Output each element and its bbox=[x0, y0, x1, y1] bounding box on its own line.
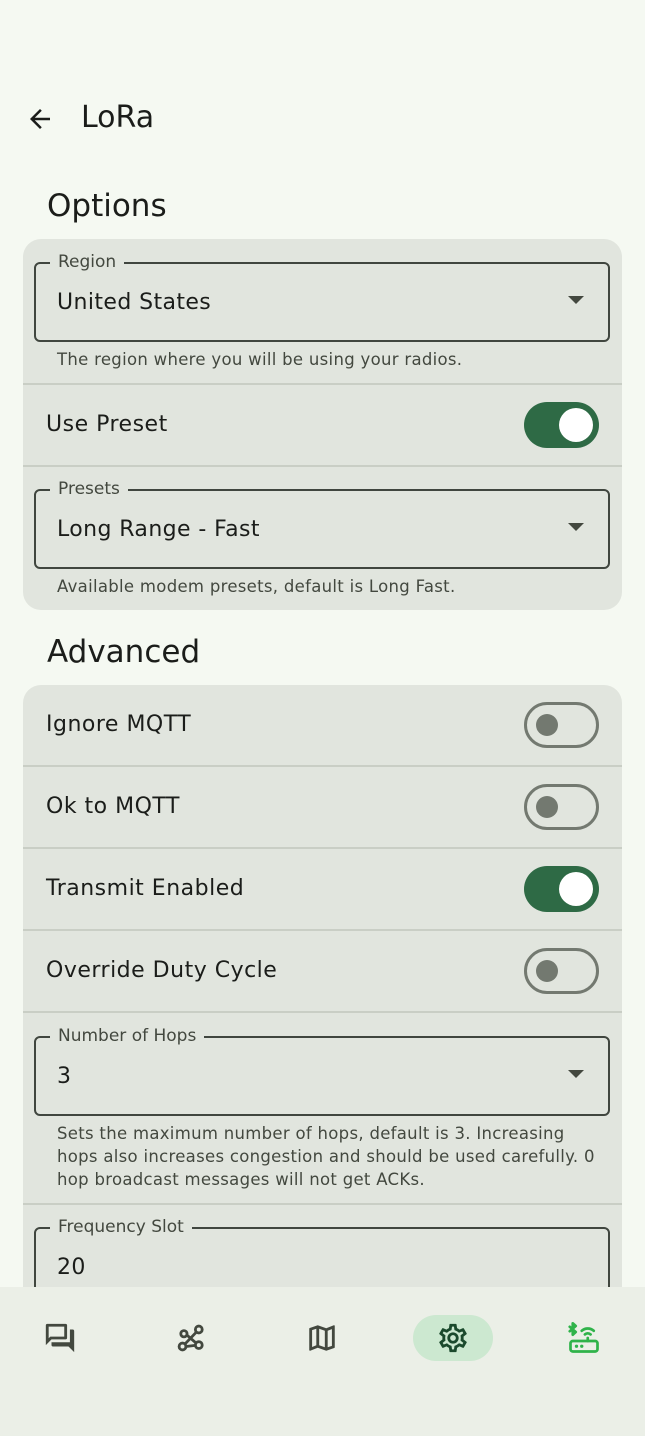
advanced-card: Ignore MQTT Ok to MQTT Transmit Enabled … bbox=[23, 685, 622, 1385]
ok-to-mqtt-switch[interactable] bbox=[524, 784, 599, 830]
number-of-hops-dropdown[interactable]: Number of Hops 3 bbox=[34, 1025, 610, 1116]
override-duty-cycle-label: Override Duty Cycle bbox=[46, 958, 278, 983]
dropdown-arrow-icon bbox=[568, 1070, 584, 1078]
dropdown-arrow-icon bbox=[568, 296, 584, 304]
dropdown-arrow-icon bbox=[568, 523, 584, 531]
options-heading: Options bbox=[47, 188, 167, 224]
number-of-hops-value: 3 bbox=[57, 1064, 72, 1089]
switch-knob bbox=[536, 796, 558, 818]
switch-knob bbox=[536, 714, 558, 736]
ok-to-mqtt-label: Ok to MQTT bbox=[46, 794, 180, 819]
number-of-hops-label: Number of Hops bbox=[50, 1025, 205, 1047]
region-value: United States bbox=[57, 290, 212, 315]
messages-icon bbox=[45, 1323, 75, 1353]
presets-dropdown[interactable]: Presets Long Range - Fast bbox=[34, 478, 610, 569]
switch-knob bbox=[559, 408, 593, 442]
nodes-icon bbox=[177, 1324, 204, 1352]
use-preset-row[interactable]: Use Preset bbox=[23, 385, 622, 465]
region-dropdown[interactable]: Region United States bbox=[34, 251, 610, 342]
divider bbox=[23, 465, 622, 467]
override-duty-cycle-row[interactable]: Override Duty Cycle bbox=[23, 931, 622, 1011]
ok-to-mqtt-row[interactable]: Ok to MQTT bbox=[23, 767, 622, 847]
use-preset-switch[interactable] bbox=[524, 402, 599, 448]
ignore-mqtt-row[interactable]: Ignore MQTT bbox=[23, 685, 622, 765]
frequency-slot-value: 20 bbox=[57, 1255, 86, 1280]
app-root: LoRa Options Region United States The re… bbox=[0, 0, 645, 1436]
nav-connections[interactable] bbox=[544, 1315, 624, 1361]
settings-icon bbox=[439, 1323, 467, 1353]
switch-knob bbox=[536, 960, 558, 982]
back-button[interactable] bbox=[20, 99, 60, 139]
ignore-mqtt-switch[interactable] bbox=[524, 702, 599, 748]
number-of-hops-helper-text: Sets the maximum number of hops, default… bbox=[57, 1124, 595, 1189]
arrow-back-icon bbox=[30, 109, 50, 129]
top-app-bar: LoRa bbox=[0, 88, 645, 150]
transmit-enabled-row[interactable]: Transmit Enabled bbox=[23, 849, 622, 929]
region-helper-text: The region where you will be using your … bbox=[57, 350, 463, 369]
map-icon bbox=[309, 1325, 335, 1351]
switch-knob bbox=[559, 872, 593, 906]
nav-map[interactable] bbox=[282, 1315, 362, 1361]
override-duty-cycle-switch[interactable] bbox=[524, 948, 599, 994]
ignore-mqtt-label: Ignore MQTT bbox=[46, 712, 192, 737]
nav-settings[interactable] bbox=[413, 1315, 493, 1361]
options-card: Region United States The region where yo… bbox=[23, 239, 622, 610]
frequency-slot-label: Frequency Slot bbox=[50, 1216, 192, 1238]
use-preset-label: Use Preset bbox=[46, 412, 168, 437]
presets-value: Long Range - Fast bbox=[57, 517, 260, 542]
divider bbox=[23, 1203, 622, 1205]
nav-nodes[interactable] bbox=[151, 1315, 231, 1361]
nav-messages[interactable] bbox=[20, 1315, 100, 1361]
transmit-enabled-switch[interactable] bbox=[524, 866, 599, 912]
presets-helper-text: Available modem presets, default is Long… bbox=[57, 577, 456, 596]
advanced-heading: Advanced bbox=[47, 634, 201, 670]
bluetooth-router-icon bbox=[568, 1321, 599, 1353]
transmit-enabled-label: Transmit Enabled bbox=[46, 876, 245, 901]
presets-label: Presets bbox=[50, 478, 128, 500]
bottom-navigation-bar bbox=[0, 1287, 645, 1436]
divider bbox=[23, 1011, 622, 1013]
page-title: LoRa bbox=[81, 100, 155, 135]
region-label: Region bbox=[50, 251, 125, 273]
